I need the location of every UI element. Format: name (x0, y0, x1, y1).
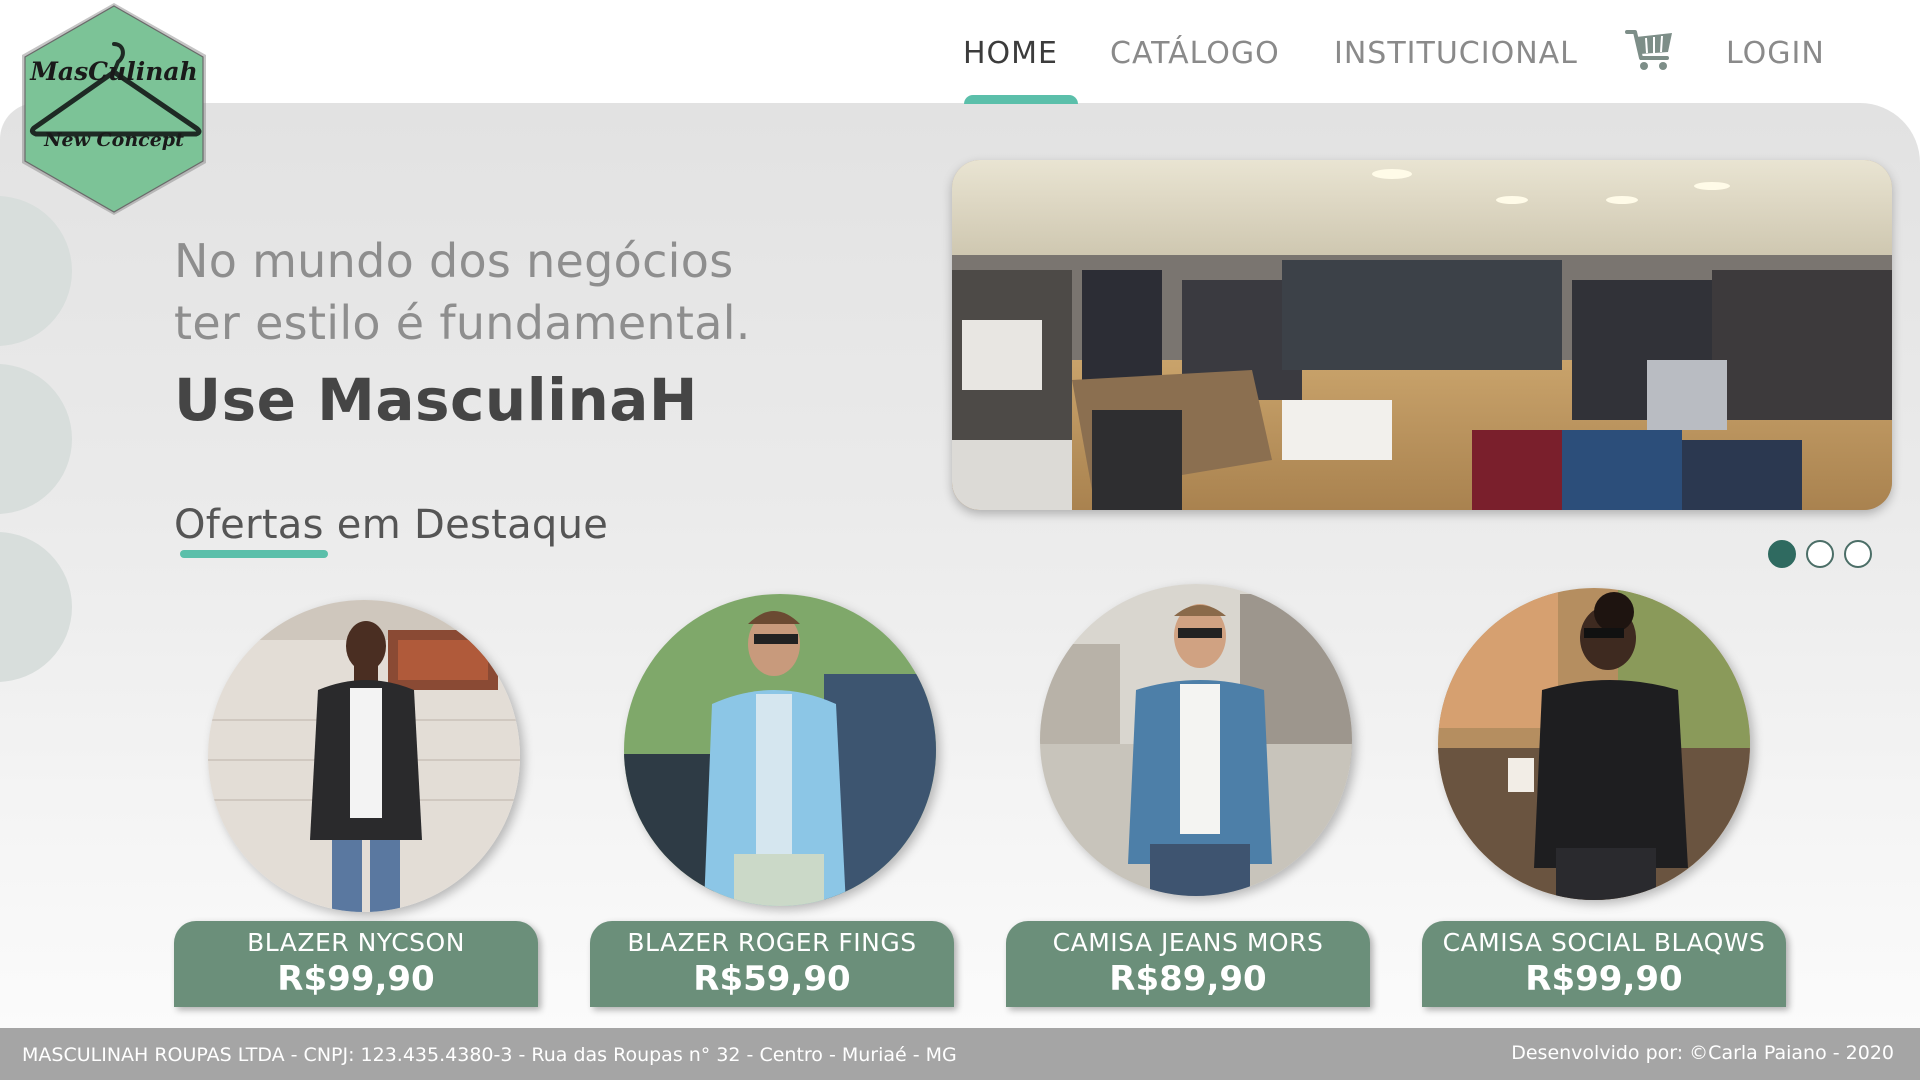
carousel-dot-2[interactable] (1806, 540, 1834, 568)
product-price: R$99,90 (1525, 959, 1683, 999)
product-card-2[interactable]: BLAZER ROGER FINGS R$59,90 (590, 921, 954, 1007)
nav-home[interactable]: HOME (963, 36, 1058, 71)
tagline-line-2: ter estilo é fundamental. (174, 296, 751, 350)
offers-title: Ofertas em Destaque (174, 502, 608, 548)
store-interior-image (952, 160, 1892, 510)
product-card-3[interactable]: CAMISA JEANS MORS R$89,90 (1006, 921, 1370, 1007)
product-name: BLAZER NYCSON (247, 928, 465, 957)
product-card-4[interactable]: CAMISA SOCIAL BLAQWS R$99,90 (1422, 921, 1786, 1007)
shopping-cart-icon[interactable] (1625, 28, 1675, 72)
store-carousel[interactable] (952, 160, 1892, 510)
product-image-3[interactable] (1040, 584, 1352, 896)
product-price: R$59,90 (693, 959, 851, 999)
product-name: CAMISA JEANS MORS (1052, 928, 1324, 957)
hero-tagline: No mundo dos negócios ter estilo é funda… (174, 230, 894, 354)
offers-title-underline (180, 550, 328, 558)
product-price: R$99,90 (277, 959, 435, 999)
page-footer: MASCULINAH ROUPAS LTDA - CNPJ: 123.435.4… (0, 1028, 1920, 1080)
offers-title-part1: Ofertas (174, 502, 324, 548)
product-image-1[interactable] (208, 600, 520, 912)
carousel-dot-1[interactable] (1768, 540, 1796, 568)
nav-catalog[interactable]: CATÁLOGO (1110, 36, 1280, 71)
product-name: CAMISA SOCIAL BLAQWS (1442, 928, 1766, 957)
logo-text-bottom: New Concept (43, 129, 184, 151)
product-card-1[interactable]: BLAZER NYCSON R$99,90 (174, 921, 538, 1007)
product-image-4[interactable] (1438, 588, 1750, 900)
footer-credits: Desenvolvido por: ©Carla Paiano - 2020 (1511, 1042, 1894, 1064)
nav-active-indicator (964, 95, 1078, 104)
nav-institutional[interactable]: INSTITUCIONAL (1334, 36, 1578, 71)
carousel-dot-3[interactable] (1844, 540, 1872, 568)
product-name: BLAZER ROGER FINGS (627, 928, 917, 957)
product-image-2[interactable] (624, 594, 936, 906)
product-price: R$89,90 (1109, 959, 1267, 999)
offers-title-part2: em Destaque (323, 502, 609, 548)
nav-login[interactable]: LOGIN (1726, 36, 1825, 71)
footer-company-info: MASCULINAH ROUPAS LTDA - CNPJ: 123.435.4… (22, 1044, 957, 1066)
hero-headline: Use MasculinaH (174, 366, 698, 434)
main-nav: HOME CATÁLOGO INSTITUCIONAL LOGIN (0, 0, 1920, 104)
tagline-line-1: No mundo dos negócios (174, 234, 734, 288)
